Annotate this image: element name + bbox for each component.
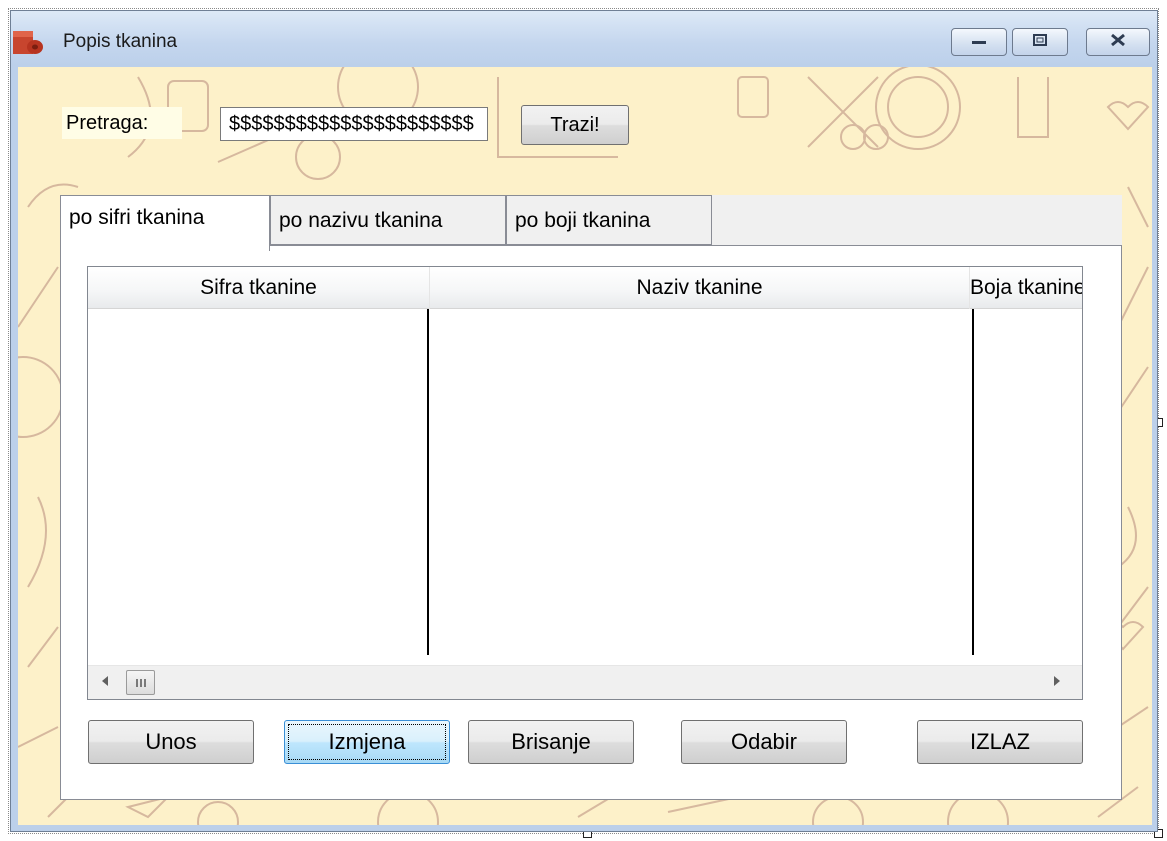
tab-strip: po sifri tkanina po nazivu tkanina po bo… <box>60 195 1122 251</box>
column-separator <box>972 309 974 655</box>
window-title: Popis tkanina <box>63 31 178 52</box>
horizontal-scrollbar[interactable] <box>88 665 1082 699</box>
form-client-area: Pretraga: Trazi! po sifri tkanina po naz… <box>18 67 1152 825</box>
unos-button[interactable]: Unos <box>88 720 254 764</box>
grid-header: Sifra tkanine Naziv tkanine Boja tkanine <box>88 267 1082 309</box>
main-window: Popis tkanina Pretraga: $$$$$$$$$$$$$$$$… <box>10 10 1158 832</box>
fabric-roll-icon <box>11 29 51 57</box>
search-button[interactable]: Trazi! <box>521 105 629 145</box>
focus-indicator <box>288 724 446 760</box>
tab-panel: Sifra tkanine Naziv tkanine Boja tkanine… <box>60 245 1122 800</box>
izmjena-button[interactable]: Izmjena <box>284 720 450 764</box>
scroll-right-icon[interactable] <box>1054 676 1060 686</box>
minimize-button[interactable] <box>951 28 1007 56</box>
maximize-button[interactable] <box>1012 28 1068 56</box>
maximize-icon <box>1031 33 1049 52</box>
column-header-naziv[interactable]: Naziv tkanine <box>430 267 970 309</box>
title-bar[interactable]: Popis tkanina <box>11 11 1157 66</box>
close-icon <box>1108 32 1128 53</box>
tab-po-boji[interactable]: po boji tkanina <box>506 195 712 245</box>
column-header-sifra[interactable]: Sifra tkanine <box>88 267 430 309</box>
tab-po-nazivu[interactable]: po nazivu tkanina <box>270 195 506 245</box>
column-header-boja[interactable]: Boja tkanine <box>970 267 1082 309</box>
search-label: Pretraga: <box>62 107 182 139</box>
tab-po-sifri[interactable]: po sifri tkanina <box>60 195 270 251</box>
fabric-data-grid[interactable]: Sifra tkanine Naziv tkanine Boja tkanine <box>87 266 1083 700</box>
odabir-button[interactable]: Odabir <box>681 720 847 764</box>
scroll-thumb[interactable] <box>126 670 155 695</box>
brisanje-button[interactable]: Brisanje <box>468 720 634 764</box>
minimize-icon <box>970 33 988 51</box>
izlaz-button[interactable]: IZLAZ <box>917 720 1083 764</box>
close-button[interactable] <box>1086 28 1150 56</box>
search-input[interactable] <box>220 107 488 141</box>
column-separator <box>427 309 429 655</box>
scroll-left-icon[interactable] <box>102 676 108 686</box>
